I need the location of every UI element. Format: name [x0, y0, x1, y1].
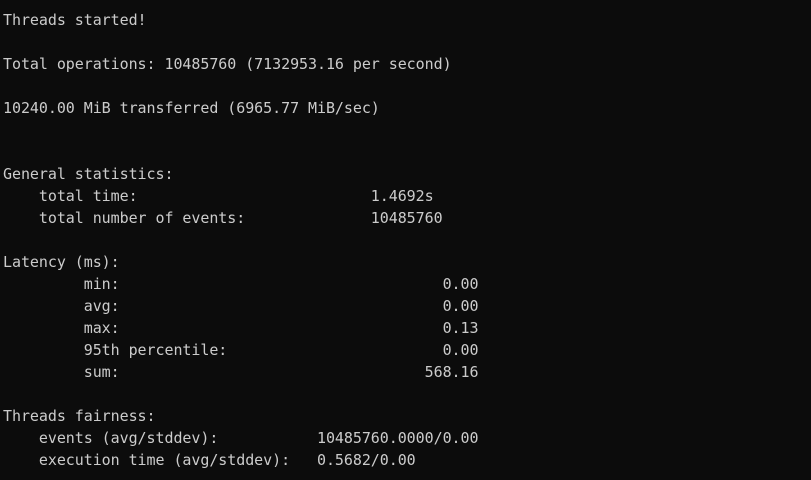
general-statistics-heading: General statistics: [3, 165, 174, 183]
latency-avg-line: avg: 0.00 [3, 297, 479, 315]
latency-min-line: min: 0.00 [3, 275, 479, 293]
latency-95th-percentile-line: 95th percentile: 0.00 [3, 341, 479, 359]
threads-started-line: Threads started! [3, 11, 147, 29]
total-time-line: total time: 1.4692s [3, 187, 434, 205]
transferred-line: 10240.00 MiB transferred (6965.77 MiB/se… [3, 99, 380, 117]
terminal-window[interactable]: Threads started! Total operations: 10485… [0, 0, 811, 480]
total-events-line: total number of events: 10485760 [3, 209, 443, 227]
latency-heading: Latency (ms): [3, 253, 120, 271]
fairness-events-line: events (avg/stddev): 10485760.0000/0.00 [3, 429, 479, 447]
total-operations-line: Total operations: 10485760 (7132953.16 p… [3, 55, 452, 73]
latency-sum-line: sum: 568.16 [3, 363, 479, 381]
threads-fairness-heading: Threads fairness: [3, 407, 156, 425]
latency-max-line: max: 0.13 [3, 319, 479, 337]
fairness-execution-time-line: execution time (avg/stddev): 0.5682/0.00 [3, 451, 416, 469]
